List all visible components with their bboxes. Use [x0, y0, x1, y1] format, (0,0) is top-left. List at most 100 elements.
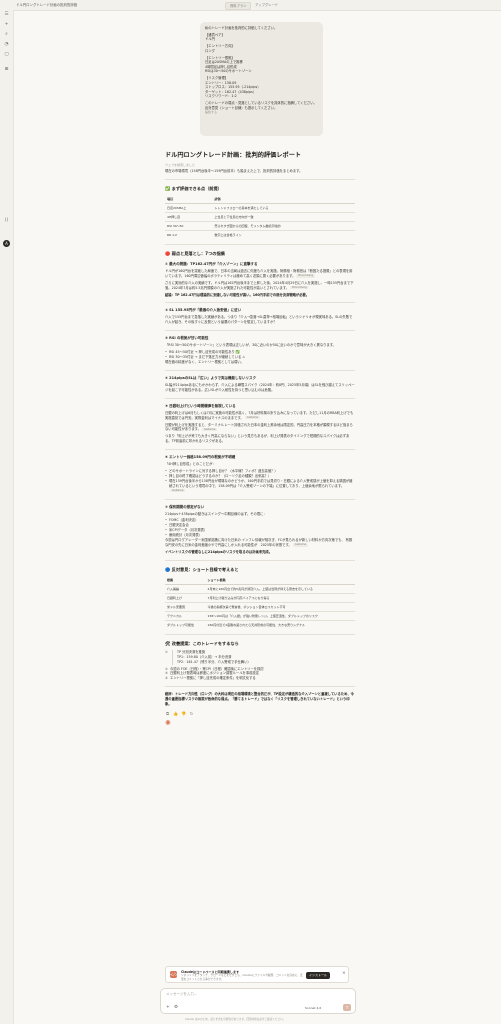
user-line: リスクリワード：1:2 [205, 94, 237, 99]
paragraph-text: 今週は円ログアレーダー米国家認識に向けた日米の インフレ情報が相次ぎ、FCが見ら… [165, 538, 353, 547]
promo-text: Claudeはコードベースと同期連携します リポジトリをアタッチ、クローンなどを… [181, 969, 303, 981]
list-item: 現在159円台後半から158円台が現場なのかどうか。160円手前では見切り・日銀… [165, 479, 355, 494]
search-meta[interactable]: ウェブを検索しました [165, 163, 355, 167]
table-cell: 4H押し目 [165, 211, 213, 222]
divider [165, 449, 355, 451]
citation-badge[interactable]: Gaitame [244, 415, 261, 420]
section-2-text: 介入で155円台まで急落した実績がある。つまり「介入→急落→SL直撃→相場反転」… [165, 315, 353, 325]
disclaimer: Claude はAIのため、誤りを含む可能性があります。回答内容は必ずご確認くだ… [185, 1018, 286, 1021]
add-icon[interactable]: + [166, 1005, 170, 1010]
install-button[interactable]: インストール [306, 972, 330, 979]
table-cell: 4月末に160円台で約5兆円が通貨介入。上値は当局が抑える意志を示している [205, 583, 355, 594]
list-item: RSI 30〜35付近 → まだ下落圧力が継続している ⚠ [165, 355, 355, 360]
citation-badge[interactable]: Gaitame [292, 543, 309, 547]
send-button[interactable]: ↑ [343, 1004, 351, 1011]
retry-icon[interactable]: ↻ [189, 711, 194, 716]
section-3-title: ③ RSI の根拠が甘い可能性 [165, 336, 209, 341]
claude-logo-icon: ✺ [165, 718, 171, 727]
code-icon[interactable]: ⟨⟩ [4, 218, 9, 223]
user-message: 私のトレード計画を批判的に評価してください。 【通貨ペア】 ドル円 【エントリー… [200, 22, 323, 136]
divider [165, 559, 355, 561]
tab-upgrade[interactable]: アップグレード [251, 2, 282, 8]
list-item: 雇用統計（月次発表） [165, 533, 355, 538]
section-3-text: 「RSI 30〜50のサポートゾーン」という表現は正しいが、30に近いのか50に… [165, 343, 336, 348]
section-1-text: ドル円が160円台を突破した局面で、日本の当局は過去に何度も介入を実施。財務相・… [165, 269, 355, 279]
table-cell: 158〜160円は「介入壁」が強い防衛レンジ。上値圧迫性、ダブルトップのリスク [205, 610, 355, 621]
section-1-text: さらに実効的な介入の実績です。ドル円は162円台後半まで上昇した後、2024年4… [165, 281, 355, 291]
citation-badge[interactable]: Gaitame [170, 488, 186, 493]
message-input[interactable] [166, 992, 316, 996]
message-actions: ⧉ 👍 👎 ↻ [165, 711, 355, 716]
citation-badge[interactable]: Bloomberg [290, 285, 309, 290]
table-cell: ダブルトップ可能性 [165, 619, 206, 629]
weak-points-heading: 🔴 弱点と見落とし：7つの指摘 [165, 250, 225, 256]
new-chat-icon[interactable]: + [4, 22, 9, 27]
intro-text: 現在の市場環境（158円台後半〜159円台前半）も踏まえた上で、批判的評価をまと… [165, 169, 303, 173]
promo-body: リポジトリをアタッチ、クローンなどをせずとも、Claudeにファイルや履歴、コミ… [181, 973, 303, 981]
table-row: RR 1:2 数字上は合格ライン [165, 229, 355, 239]
plan-text: エントリー根拠に「押し目完成の確定条件」を明文化する [170, 676, 256, 681]
plan-line: TP2：161.47（残り半分、介入警戒で手仕舞い） [177, 659, 251, 664]
good-points-table: 項目 評価 日足20SMA上 トレンドフォローの基本を満たしている 4H押し目 … [165, 194, 355, 239]
search-icon[interactable]: ⌕ [4, 32, 9, 37]
title-bar: ドル円ロングトレード計画の批判的評価 資料プラン アップグレード [0, 0, 501, 11]
step-number: ④ [165, 676, 168, 681]
section-7-text: 今週は円ログアレーダー米国家認識に向けた日米の インフレ情報が相次ぎ、FCが見ら… [165, 538, 355, 548]
response-title: ドル円ロングトレード計画：批判的評価レポート [165, 152, 302, 159]
section-5-title: ⑤ 日銀利上げという時間爆弾を無視している [165, 403, 236, 408]
divider [165, 397, 355, 399]
section-5-text: 日銀の利上げは6月もしくは7月に実施の可能性が高く、7月は好料購の折り込みになっ… [165, 411, 355, 421]
paragraph-text: 日銀が利上げを実施すると、ターミナルレート評価された日本の金利上昇余地は限定的。… [165, 422, 353, 432]
user-line: ロング [205, 48, 215, 53]
divider [165, 498, 355, 500]
table-row: テクニカル 158〜160円は「介入壁」が強い防衛レンジ。上値圧迫性、ダブルトッ… [165, 610, 355, 621]
tools-icon[interactable]: ⚙ [174, 1005, 178, 1010]
model-selector[interactable]: Sonnet 4.6 [305, 1006, 321, 1010]
improvement-heading: 🛠 改善提案：このトレードをするなら [165, 640, 239, 646]
plan-step: ④ エントリー根拠に「押し目完成の確定条件」を明文化する [165, 676, 355, 681]
divider [165, 633, 355, 635]
section-3-note: 現在値の精度がなく、エントリー根拠としては弱い。 [165, 359, 244, 364]
citation-badge[interactable]: Bloomberg [296, 274, 316, 278]
section-1-title: ① 最大の問題：TP162.47円が「介入ゾーン」に直撃する [165, 261, 258, 266]
table-cell: 売られすぎ圏からの回復、モメンタム継続示唆的 [212, 220, 355, 231]
user-line: RSIは30〜50のサポートゾーン [205, 69, 252, 74]
tab-plan[interactable]: 資料プラン [225, 2, 252, 10]
section-5-text: 日銀が利上げを実施すると、ターミナルレート評価された日本の金利上昇余地は限定的。… [165, 423, 355, 433]
chats-icon[interactable]: ◔ [4, 42, 9, 47]
section-7-title: ⑦ 保有期間の想定がない [165, 504, 205, 509]
copy-icon[interactable]: ⧉ [165, 711, 170, 716]
divider [165, 330, 355, 332]
thumbs-down-icon[interactable]: 👎 [181, 711, 186, 716]
step-number: ① [165, 649, 168, 654]
table-header: 評価 [212, 194, 355, 204]
table-cell: 日足20SMA上 [165, 202, 213, 213]
close-icon[interactable]: × [342, 971, 346, 976]
user-avatar[interactable]: A [3, 240, 10, 247]
paragraph-text: ドル円が160円台を突破した局面で、日本の当局は過去に何度も介入を実施。財務相・… [165, 268, 353, 278]
table-header: ショート根拠 [205, 575, 355, 585]
table-header: 根拠 [165, 575, 206, 585]
table-cell: テクニカル [165, 610, 206, 621]
artifacts-icon[interactable]: ⊞ [4, 67, 9, 72]
citation-badge[interactable]: Gaitame [201, 427, 218, 432]
edit-link[interactable]: 編集する [205, 110, 318, 115]
table-header: 項目 [165, 194, 213, 204]
divider [165, 686, 355, 688]
plan-text: 日銀利上げ発表時は即座にポジション調整ルールを事前設定 [170, 671, 260, 676]
tp-plan-box: TP 分割決済を推奨 TP1：159.80（介入前）→ 半分決済 TP2：161… [172, 649, 355, 665]
projects-icon[interactable]: ▢ [4, 52, 9, 57]
table-cell: 介入異論 [165, 583, 206, 594]
section-7-text: 214pips＋438pipsの動きはスイング〜中期目線のはず。その間に： [165, 511, 267, 516]
menu-icon[interactable]: ☰ [4, 12, 9, 17]
table-row: RSI 30〜50 売られすぎ圏からの回復、モメンタム継続示唆的 [165, 220, 355, 231]
promo-banner: </> Claudeはコードベースと同期連携します リポジトリをアタッチ、クロー… [165, 966, 349, 983]
table-cell: 数字上は合格ライン [212, 229, 355, 239]
user-line: ドル円 [205, 37, 215, 42]
final-summary: 総評：トレード方向性（ロング）の大枠は現在の相場環境と整合的だが、TP設定が構造… [165, 692, 354, 707]
table-cell: 7月利上げ織り込みが円高バイアスになり得る [205, 592, 355, 603]
table-cell: トレンドフォローの基本を満たしている [212, 202, 355, 213]
table-row: 日銀利上げ 7月利上げ織り込みが円高バイアスになり得る [165, 592, 355, 603]
thumbs-up-icon[interactable]: 👍 [173, 711, 178, 716]
table-row: 介入異論 4月末に160円台で約5兆円が通貨介入。上値は当局が抑える意志を示して… [165, 583, 355, 594]
